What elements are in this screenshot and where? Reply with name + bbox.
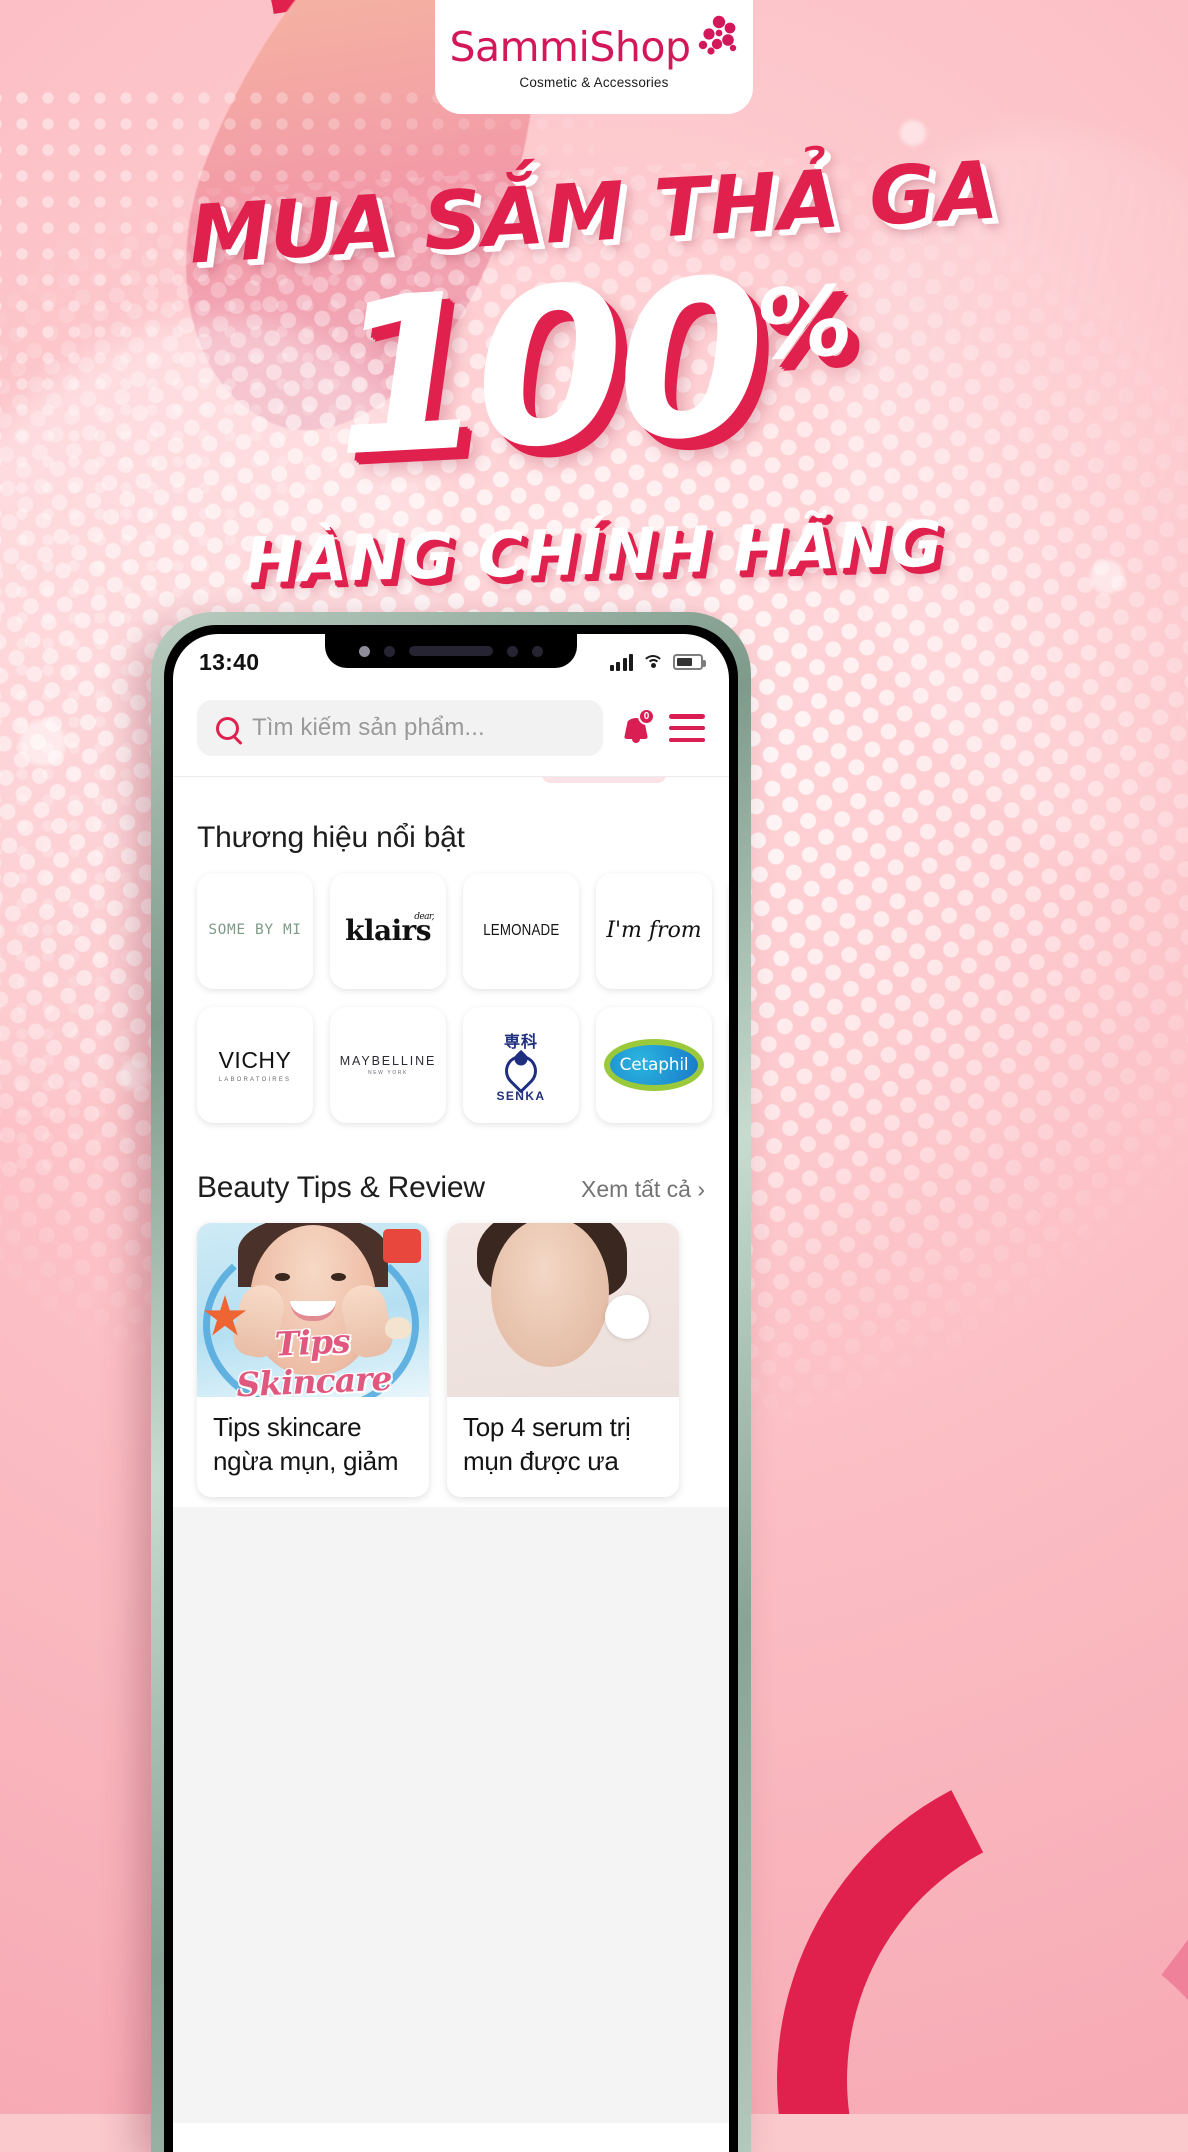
article-title: Top 4 serum trị mụn được ưa: [463, 1412, 631, 1476]
status-icons: [609, 653, 706, 671]
brand-card-lemonade[interactable]: LEMONADE: [463, 873, 579, 989]
view-all-link[interactable]: Xem tất cả ›: [581, 1176, 705, 1203]
product-object: [383, 1229, 421, 1263]
beauty-tips-section: Beauty Tips & Review Xem tất cả › Tips S…: [173, 1151, 729, 1507]
cotton-pad-icon: [605, 1295, 649, 1339]
model-face: [491, 1223, 609, 1367]
featured-brands-section: Thương hiệu nổi bật SOME BY MI klairs dea…: [173, 795, 729, 1151]
status-clock: 13:40: [199, 648, 260, 675]
brand-row-2[interactable]: VICHY LABORATOIRES MAYBELLINE NEW YORK 専…: [173, 1007, 729, 1141]
banner-carousel-peek[interactable]: [173, 777, 729, 795]
brand-sublabel: LABORATOIRES: [218, 1077, 292, 1083]
percent-number: 100: [327, 231, 765, 505]
phone-bezel: 13:40 Tìm kiếm sản phẩm... 0 Thương hiệu…: [164, 625, 738, 2152]
phone-screen: 13:40 Tìm kiếm sản phẩm... 0 Thương hiệu…: [173, 634, 729, 2152]
percent-sign: %: [753, 264, 856, 382]
cherry-blossom-icon: [693, 15, 739, 61]
app-content-scroll[interactable]: Thương hiệu nổi bật SOME BY MI klairs dea…: [173, 777, 729, 2123]
logo-lockup: SammiShop: [449, 15, 738, 71]
article-card[interactable]: Tips Skincare Tips skincare ngừa mụn, gi…: [197, 1223, 429, 1497]
bokeh-dot: [20, 720, 66, 766]
search-icon: [216, 716, 239, 740]
article-carousel[interactable]: Tips Skincare Tips skincare ngừa mụn, gi…: [173, 1223, 729, 1497]
article-body: Top 4 serum trị mụn được ưa: [447, 1397, 679, 1497]
article-card[interactable]: Top 4 serum trị mụn được ưa: [447, 1223, 679, 1497]
brand-card-vichy[interactable]: VICHY LABORATOIRES: [197, 1007, 313, 1123]
thumbnail-caption: Tips Skincare: [235, 1321, 393, 1397]
model-eye: [275, 1273, 290, 1281]
brand-kanji: 専科: [503, 1033, 538, 1051]
search-input[interactable]: Tìm kiếm sản phẩm...: [197, 700, 603, 756]
featured-brands-header: Thương hiệu nổi bật: [173, 821, 729, 873]
brand-card-senka[interactable]: 専科 SENKA: [463, 1007, 579, 1123]
ribbon-decoration-bottom-right: [694, 1673, 1188, 2114]
brand-row-1[interactable]: SOME BY MI klairs dear, LEMONADE I'm from: [173, 873, 729, 1007]
brand-label: SOME BY MI: [208, 922, 302, 939]
brand-label: LEMONADE: [482, 921, 560, 939]
model-eye: [331, 1273, 346, 1281]
brand-label: Cetaphil: [610, 1045, 698, 1085]
bokeh-dot: [900, 120, 926, 146]
brand-wordmark: SammiShop: [449, 23, 691, 71]
brand-card-cetaphil[interactable]: Cetaphil: [596, 1007, 712, 1123]
beauty-tips-header: Beauty Tips & Review Xem tất cả ›: [173, 1171, 729, 1223]
article-body: Tips skincare ngừa mụn, giảm nhờn: [197, 1397, 429, 1497]
brand-card-im-from[interactable]: I'm from: [596, 873, 712, 989]
battery-icon: [673, 654, 706, 670]
brand-card-klairs[interactable]: klairs dear,: [330, 873, 446, 989]
brand-label: klairs dear,: [345, 912, 434, 948]
status-bar: 13:40: [173, 634, 729, 690]
article-thumbnail: [447, 1223, 679, 1397]
notification-badge: 0: [638, 708, 655, 725]
article-title: Tips skincare ngừa mụn, giảm nhờn: [213, 1412, 399, 1476]
brand-label: VICHY: [218, 1047, 292, 1073]
brand-logo-card: SammiShop Cosmetic & Accessories: [435, 0, 753, 114]
phone-mockup: 13:40 Tìm kiếm sản phẩm... 0 Thương hiệu…: [151, 612, 751, 2152]
brand-card-some-by-mi[interactable]: SOME BY MI: [197, 873, 313, 989]
brand-label: MAYBELLINE: [339, 1054, 437, 1068]
article-thumbnail: Tips Skincare: [197, 1223, 429, 1397]
section-title: Thương hiệu nổi bật: [197, 821, 465, 854]
app-header: Tìm kiếm sản phẩm... 0: [173, 690, 729, 777]
cellular-signal-icon: [609, 653, 633, 671]
hamburger-menu-icon[interactable]: [669, 714, 705, 742]
brand-superscript: dear,: [414, 912, 434, 923]
search-placeholder-text: Tìm kiếm sản phẩm...: [252, 714, 485, 741]
section-title: Beauty Tips & Review: [197, 1171, 485, 1204]
notification-bell-icon[interactable]: 0: [619, 708, 655, 745]
bokeh-dot: [120, 1060, 150, 1090]
brand-sublabel: NEW YORK: [368, 1070, 408, 1076]
wifi-icon: [642, 654, 664, 671]
water-drop-icon: [498, 1047, 544, 1094]
brand-label: I'm from: [606, 918, 702, 944]
brand-tagline: Cosmetic & Accessories: [519, 75, 669, 90]
brand-card-maybelline[interactable]: MAYBELLINE NEW YORK: [330, 1007, 446, 1123]
